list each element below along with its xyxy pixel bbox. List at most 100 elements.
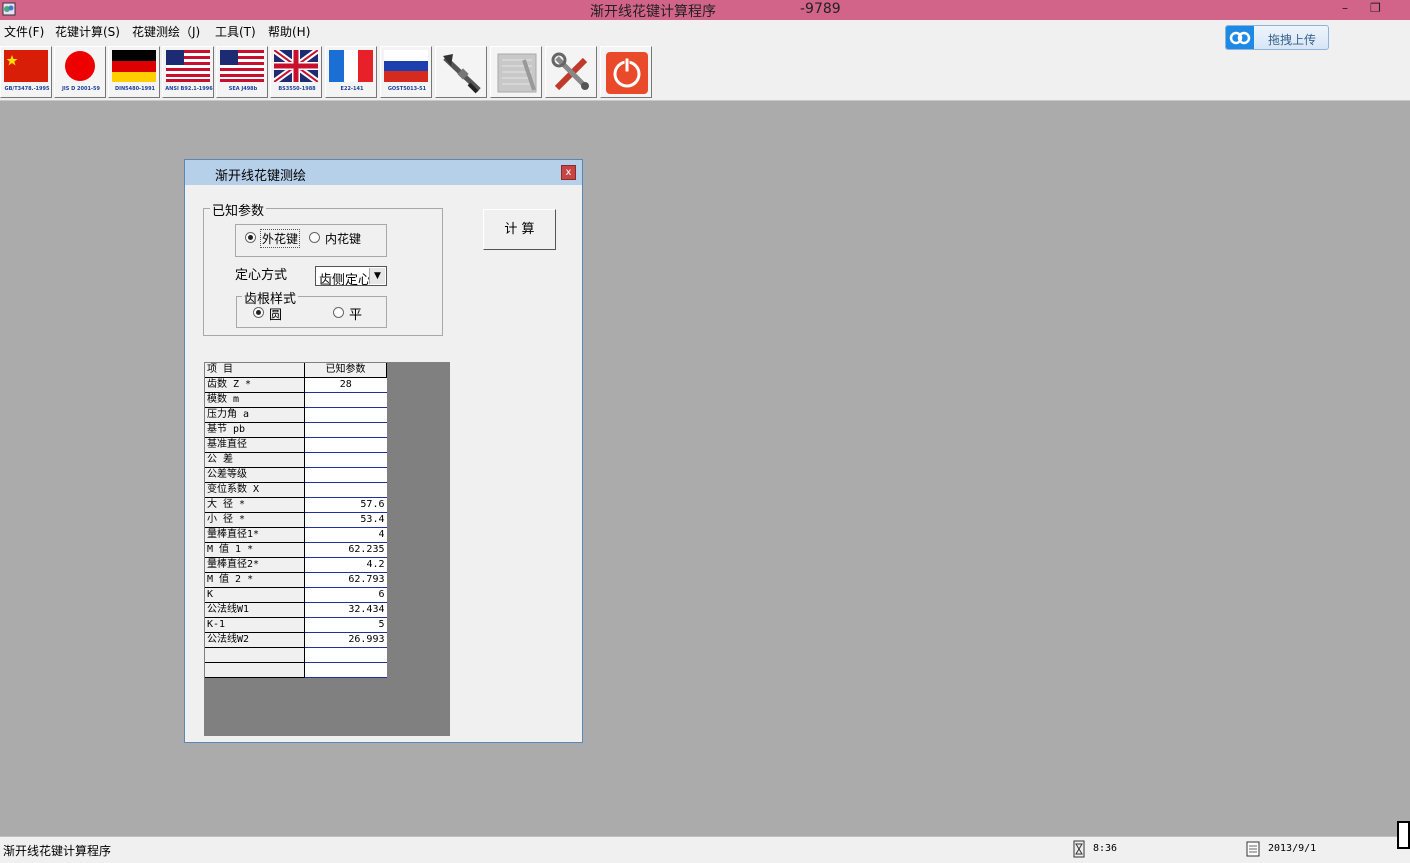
dialog-title: 渐开线花键测绘: [215, 169, 307, 184]
row-value-cell[interactable]: 62.235: [304, 542, 387, 558]
row-value-cell[interactable]: [304, 452, 387, 468]
menu-spline-calc[interactable]: 花键计算(S): [55, 23, 120, 40]
drag-upload-button[interactable]: 拖拽上传: [1225, 25, 1329, 50]
window-title: 渐开线花键计算程序: [590, 4, 716, 20]
menu-spline-survey[interactable]: 花键测绘（J): [132, 23, 200, 40]
row-value-cell[interactable]: 4.2: [304, 557, 387, 573]
table-row[interactable]: 小 径 * 53.4: [205, 512, 387, 528]
grid-header-item: 项 目: [205, 363, 305, 378]
parameter-table: 项 目 已知参数 齿数 Z * 28 模数 m 压力角 a 基节 pb 基准直径公 差公差…: [205, 363, 387, 678]
status-time: 8:36: [1093, 843, 1118, 854]
standard-label: BS3550-1988: [278, 86, 316, 92]
menu-tools[interactable]: 工具(T): [215, 23, 256, 40]
row-value-cell[interactable]: 62.793: [304, 572, 387, 588]
table-row[interactable]: [205, 647, 387, 663]
row-label-cell: 大 径 *: [205, 497, 305, 513]
root-flat-radio[interactable]: [333, 307, 344, 318]
status-date: 2013/9/1: [1268, 843, 1317, 854]
disabled-tool-button[interactable]: [490, 46, 542, 98]
standard-e22-button[interactable]: E22-141: [325, 46, 377, 98]
row-value-cell[interactable]: [304, 392, 387, 408]
row-value-cell[interactable]: [304, 467, 387, 483]
table-row[interactable]: 基准直径: [205, 437, 387, 453]
row-value-cell[interactable]: [304, 647, 387, 663]
menu-file[interactable]: 文件(F): [4, 23, 44, 40]
root-round-label[interactable]: 圆: [269, 304, 282, 323]
table-row[interactable]: 基节 pb: [205, 422, 387, 438]
table-row[interactable]: 大 径 * 57.6: [205, 497, 387, 513]
dialog-close-button[interactable]: x: [561, 165, 576, 180]
standard-din-button[interactable]: DIN5480-1991: [108, 46, 160, 98]
table-row[interactable]: 公 差: [205, 452, 387, 468]
row-value-cell[interactable]: 32.434: [304, 602, 387, 618]
calendar-icon: [1246, 841, 1260, 857]
row-label-cell: [205, 662, 305, 678]
row-value-cell[interactable]: [304, 422, 387, 438]
caliper-tool-button[interactable]: [435, 46, 487, 98]
table-row[interactable]: 量棒直径1* 4: [205, 527, 387, 543]
table-row[interactable]: 公法线W2 26.993: [205, 632, 387, 648]
toolbar: GB/T3478.-1995 JIS D 2001-59 DIN5480-199…: [0, 42, 1410, 101]
title-bar: 渐开线花键计算程序 -9789 – ❐: [0, 0, 1410, 20]
table-row[interactable]: 公法线W1 32.434: [205, 602, 387, 618]
table-row[interactable]: M 值 1 * 62.235: [205, 542, 387, 558]
minimize-button[interactable]: –: [1342, 1, 1348, 15]
restore-button[interactable]: ❐: [1370, 1, 1381, 15]
standard-label: GOST5013-51: [387, 86, 427, 92]
row-value-cell[interactable]: 28: [304, 377, 387, 393]
root-round-radio[interactable]: [253, 307, 264, 318]
window-title-code: -9789: [800, 1, 841, 17]
russia-flag-icon: [384, 50, 428, 82]
table-row[interactable]: 公差等级: [205, 467, 387, 483]
table-row[interactable]: 量棒直径2* 4.2: [205, 557, 387, 573]
standard-gb-button[interactable]: GB/T3478.-1995: [0, 46, 52, 98]
table-row[interactable]: K6: [205, 587, 387, 603]
centering-select[interactable]: 齿侧定心 ▼: [315, 266, 387, 288]
row-value-cell[interactable]: 53.4: [304, 512, 387, 528]
calculate-button[interactable]: 计 算: [483, 209, 556, 250]
table-row[interactable]: 压力角 a: [205, 407, 387, 423]
grid-header-row: 项 目 已知参数: [205, 363, 387, 378]
external-spline-radio[interactable]: [245, 232, 256, 243]
external-spline-label[interactable]: 外花键: [260, 229, 301, 248]
row-value-cell[interactable]: [304, 437, 387, 453]
app-icon[interactable]: [2, 2, 16, 16]
standard-bs-button[interactable]: BS3550-1988: [270, 46, 322, 98]
row-label-cell: 公差等级: [205, 467, 305, 483]
row-label-cell: 量棒直径1*: [205, 527, 305, 543]
internal-spline-label[interactable]: 内花键: [325, 230, 361, 247]
exit-tool-button[interactable]: [600, 46, 652, 98]
dialog-title-bar[interactable]: 渐开线花键测绘 x: [185, 160, 582, 185]
row-value-cell[interactable]: 5: [304, 617, 387, 633]
standard-sea-button[interactable]: SEA J498b: [216, 46, 268, 98]
table-row[interactable]: 变位系数 X: [205, 482, 387, 498]
row-label-cell: 齿数 Z *: [205, 377, 305, 393]
standard-ansi-button[interactable]: ANSI B92.1-1996: [162, 46, 214, 98]
row-label-cell: M 值 1 *: [205, 542, 305, 558]
row-value-cell[interactable]: [304, 482, 387, 498]
row-value-cell[interactable]: [304, 662, 387, 678]
internal-spline-radio[interactable]: [309, 232, 320, 243]
settings-tool-button[interactable]: [545, 46, 597, 98]
parameter-grid: 项 目 已知参数 齿数 Z * 28 模数 m 压力角 a 基节 pb 基准直径公 差公差…: [204, 362, 450, 736]
root-flat-label[interactable]: 平: [349, 304, 362, 323]
row-value-cell[interactable]: [304, 407, 387, 423]
table-row[interactable]: K-1 5: [205, 617, 387, 633]
screen-corner-widget: [1397, 821, 1410, 849]
table-row[interactable]: M 值 2 * 62.793: [205, 572, 387, 588]
standard-jis-button[interactable]: JIS D 2001-59: [54, 46, 106, 98]
standard-gost-button[interactable]: GOST5013-51: [380, 46, 432, 98]
table-row[interactable]: 模数 m: [205, 392, 387, 408]
row-label-cell: M 值 2 *: [205, 572, 305, 588]
row-value-cell[interactable]: 4: [304, 527, 387, 543]
standard-label: JIS D 2001-59: [62, 86, 100, 92]
row-value-cell[interactable]: 26.993: [304, 632, 387, 648]
table-row[interactable]: [205, 662, 387, 678]
menu-help[interactable]: 帮助(H): [268, 23, 310, 40]
table-row[interactable]: 齿数 Z * 28: [205, 377, 387, 393]
chevron-down-icon[interactable]: ▼: [369, 268, 385, 284]
row-value-cell[interactable]: 6: [304, 587, 387, 603]
centering-label: 定心方式: [235, 268, 288, 283]
row-value-cell[interactable]: 57.6: [304, 497, 387, 513]
row-label-cell: 公法线W1: [205, 602, 305, 618]
